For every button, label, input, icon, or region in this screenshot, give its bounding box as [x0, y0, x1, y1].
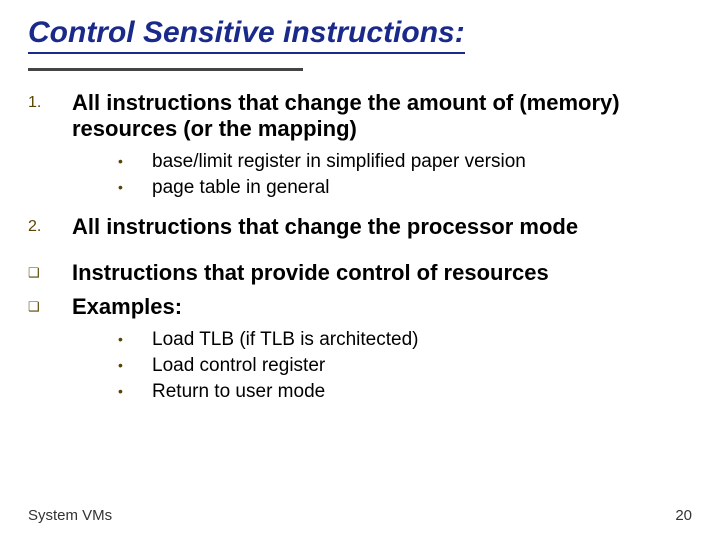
list-text: All instructions that change the amount …	[72, 90, 692, 142]
sub-item: • Load control register	[118, 354, 692, 378]
note-item: ❑ Instructions that provide control of r…	[28, 260, 692, 286]
sub-text: base/limit register in simplified paper …	[152, 150, 526, 174]
bullet-icon: •	[118, 380, 152, 402]
list-text: All instructions that change the process…	[72, 214, 578, 240]
slide-title: Control Sensitive instructions:	[28, 16, 465, 54]
list-marker: 2.	[28, 214, 72, 240]
footer-left: System VMs	[28, 507, 112, 524]
sub-item: • Return to user mode	[118, 380, 692, 404]
bullet-icon: •	[118, 150, 152, 172]
page-number: 20	[675, 507, 692, 524]
sub-list: • Load TLB (if TLB is architected) • Loa…	[118, 328, 692, 404]
list-marker: 1.	[28, 90, 72, 116]
slide: Control Sensitive instructions: 1. All i…	[0, 0, 720, 540]
sub-text: Load control register	[152, 354, 325, 378]
note-text: Instructions that provide control of res…	[72, 260, 549, 286]
slide-body: 1. All instructions that change the amou…	[28, 90, 692, 418]
square-bullet-icon: ❑	[28, 260, 72, 286]
square-bullet-icon: ❑	[28, 294, 72, 320]
bullet-icon: •	[118, 354, 152, 376]
list-item: 1. All instructions that change the amou…	[28, 90, 692, 142]
sub-text: Return to user mode	[152, 380, 325, 404]
bullet-icon: •	[118, 176, 152, 198]
sub-item: • base/limit register in simplified pape…	[118, 150, 692, 174]
sub-list: • base/limit register in simplified pape…	[118, 150, 692, 200]
list-item: 2. All instructions that change the proc…	[28, 214, 692, 240]
note-item: ❑ Examples:	[28, 294, 692, 320]
sub-text: page table in general	[152, 176, 329, 200]
sub-text: Load TLB (if TLB is architected)	[152, 328, 418, 352]
note-text: Examples:	[72, 294, 182, 320]
sub-item: • page table in general	[118, 176, 692, 200]
title-rule	[28, 68, 303, 71]
bullet-icon: •	[118, 328, 152, 350]
sub-item: • Load TLB (if TLB is architected)	[118, 328, 692, 352]
spacer	[28, 248, 692, 260]
